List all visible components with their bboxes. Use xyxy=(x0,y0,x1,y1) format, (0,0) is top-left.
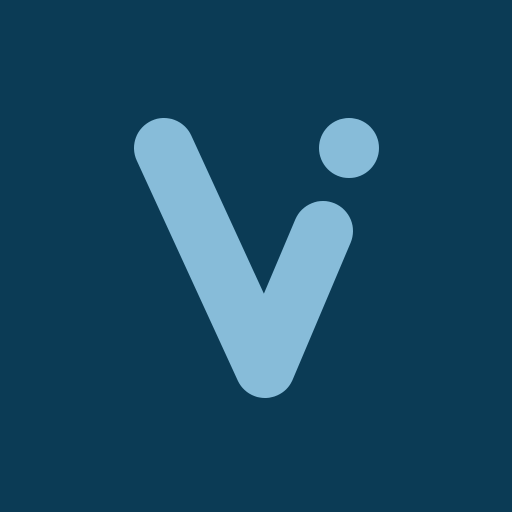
app-icon-canvas xyxy=(0,0,512,512)
logo-dot xyxy=(319,118,379,178)
vi-logo-icon xyxy=(0,0,512,512)
logo-background xyxy=(0,0,512,512)
